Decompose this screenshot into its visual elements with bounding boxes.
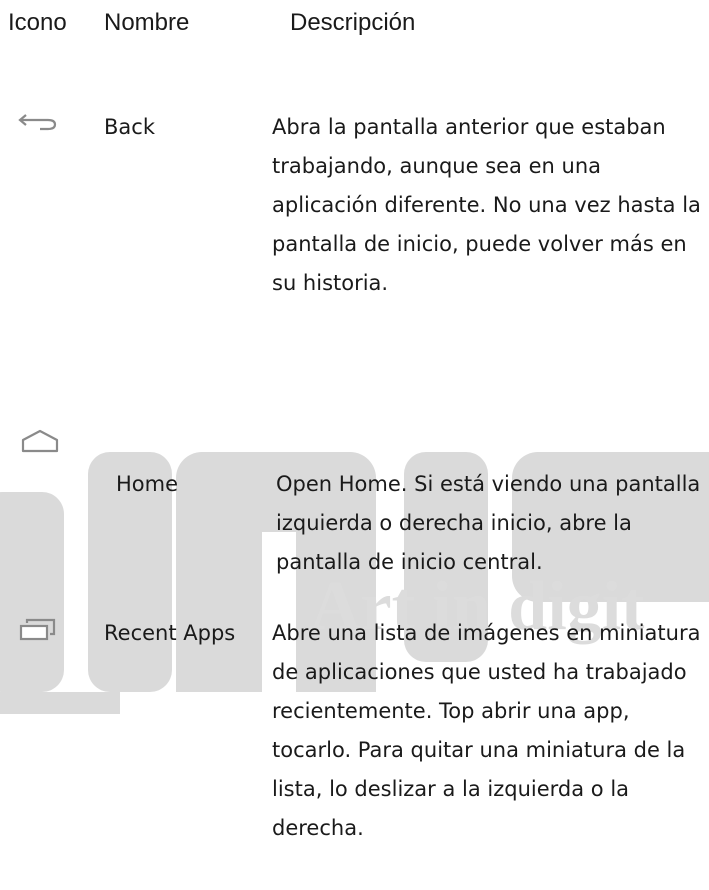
watermark-bar-1 <box>0 492 64 692</box>
header-name-label: Nombre <box>104 9 190 36</box>
row-name-home: Home <box>116 472 179 496</box>
home-icon <box>21 429 59 453</box>
row-name-recent-apps: Recent Apps <box>104 621 236 645</box>
row-description-back: Abra la pantalla anterior que estaban tr… <box>272 115 701 295</box>
row-name-back: Back <box>104 115 155 139</box>
header-description-label: Descripción <box>290 9 416 36</box>
row-description-recent-apps: Abre una lista de imágenes en miniatura … <box>272 621 701 840</box>
row-description-home: Open Home. Si está viendo una pantalla i… <box>276 472 701 574</box>
header-icon-label: Icono <box>8 9 67 36</box>
back-arrow-icon <box>18 114 57 131</box>
watermark-bottom-band <box>0 692 120 714</box>
recent-apps-icon <box>19 618 56 641</box>
